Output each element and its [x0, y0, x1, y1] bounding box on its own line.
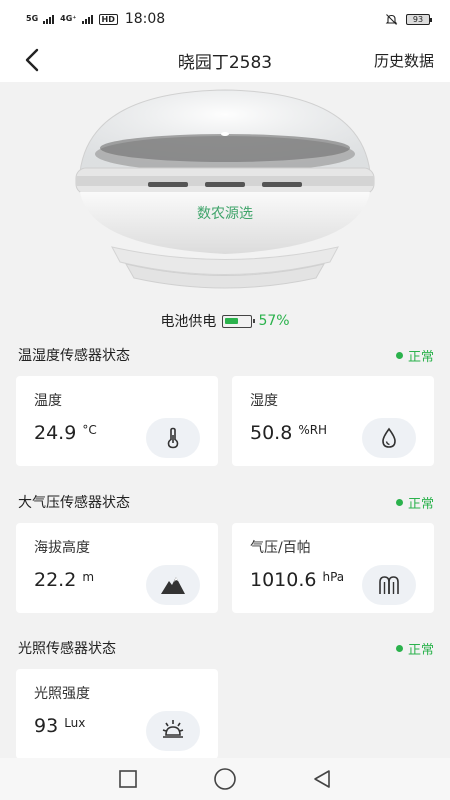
battery-fill: [225, 317, 239, 324]
section-status-temp-humidity: 正常: [395, 346, 434, 365]
status-text: 正常: [407, 350, 434, 365]
status-text: 正常: [407, 643, 434, 658]
status-battery: 93: [406, 13, 432, 25]
section-status-light: 正常: [395, 639, 434, 658]
section-title-temp-humidity: 温湿度传感器状态: [18, 348, 130, 364]
card-label: 光照强度: [34, 686, 90, 702]
mute-bell-icon: [385, 13, 398, 25]
back-button[interactable]: [307, 764, 337, 794]
altitude-card[interactable]: 海拔高度 22.2 m: [16, 523, 218, 613]
card-label: 温度: [34, 393, 62, 409]
hd-voice-badge: HD: [98, 13, 118, 25]
back-arrow-icon[interactable]: [20, 47, 46, 73]
status-dot: [395, 352, 403, 359]
device-brand-text: 数农源选: [197, 206, 253, 222]
water-drop-icon: [362, 418, 416, 458]
status-right: 93: [385, 13, 432, 26]
battery-percent: 57%: [258, 313, 290, 329]
power-source-label: 电池供电: [160, 314, 217, 330]
app-header: 晓园丁2583 历史数据: [0, 38, 450, 82]
card-label: 海拔高度: [34, 540, 90, 556]
card-value: 24.9 °C: [34, 422, 97, 444]
humidity-card[interactable]: 湿度 50.8 %RH: [232, 376, 434, 466]
air-pressure-card[interactable]: 气压/百帕 1010.6 hPa: [232, 523, 434, 613]
triangle-back-icon: [313, 770, 330, 788]
status-bar: 5G 4G⁺ HD 18:08 93: [0, 0, 450, 38]
signal-4g-indicator: 4G⁺: [60, 14, 77, 23]
temperature-card[interactable]: 温度 24.9 °C: [16, 376, 218, 466]
card-value: 1010.6 hPa: [250, 569, 345, 591]
section-title-pressure: 大气压传感器状态: [18, 495, 130, 511]
device-image: 数农源选: [75, 89, 375, 289]
signal-5g-indicator: 5G: [26, 14, 39, 23]
circle-icon: [214, 768, 236, 790]
signal-bars-icon: [81, 14, 93, 24]
mountain-icon: [146, 565, 200, 605]
status-time: 18:08: [124, 11, 166, 27]
thermometer-icon: [146, 418, 200, 458]
card-value: 22.2 m: [34, 569, 95, 591]
pressure-icon: [362, 565, 416, 605]
status-dot: [395, 645, 403, 652]
status-dot: [395, 499, 403, 506]
card-label: 气压/百帕: [250, 540, 311, 556]
card-value: 50.8 %RH: [250, 422, 328, 444]
battery-power-row: 电池供电 57%: [0, 311, 450, 331]
sun-icon: [146, 711, 200, 751]
section-title-light: 光照传感器状态: [18, 641, 116, 657]
light-intensity-card[interactable]: 光照强度 93 Lux: [16, 669, 218, 759]
system-nav-bar: [0, 758, 450, 800]
card-value: 93 Lux: [34, 715, 86, 737]
recent-apps-button[interactable]: [113, 764, 143, 794]
section-status-pressure: 正常: [395, 493, 434, 512]
home-button[interactable]: [210, 764, 240, 794]
square-icon: [119, 770, 138, 788]
status-text: 正常: [407, 497, 434, 512]
card-label: 湿度: [250, 393, 278, 409]
page-title: 晓园丁2583: [177, 52, 273, 73]
battery-nub: [253, 318, 256, 323]
signal-bars-icon: [43, 14, 55, 24]
battery-icon: [222, 314, 256, 328]
status-left: 5G 4G⁺ HD 18:08: [26, 11, 165, 27]
history-data-button[interactable]: 历史数据: [374, 50, 434, 71]
